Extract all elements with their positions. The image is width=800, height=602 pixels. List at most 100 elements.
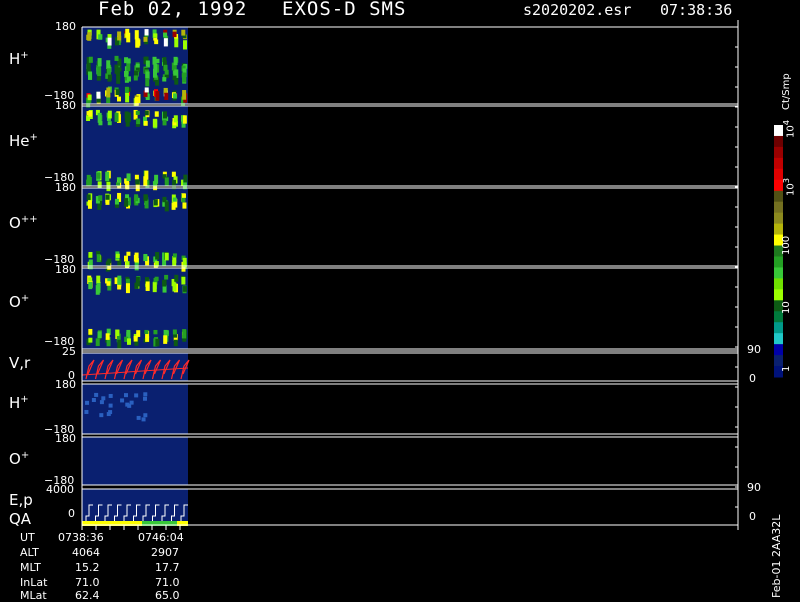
footer-value: 71.0: [75, 576, 100, 589]
heatmap-cell: [106, 281, 111, 286]
heatmap-cell: [88, 110, 93, 117]
heatmap-cell: [106, 87, 111, 98]
heatmap-cell: [115, 253, 120, 258]
heatmap-cell: [88, 337, 93, 343]
footer-value: 65.0: [155, 589, 180, 602]
heatmap-cell: [152, 282, 157, 293]
heatmap-cell: [96, 275, 101, 285]
tick-label: 180: [55, 99, 76, 112]
heatmap-cell: [114, 112, 119, 122]
heatmap-cell: [88, 251, 93, 258]
heatmap-cell: [163, 32, 168, 38]
heatmap-cell: [182, 202, 187, 209]
footer-value: 0746:04: [138, 531, 184, 544]
heatmap-cell: [164, 69, 169, 75]
colorbar-segment: [774, 333, 783, 345]
heatmap-cell: [99, 400, 104, 405]
right-tick-label: 0: [749, 372, 756, 385]
colorbar-segment: [774, 278, 783, 290]
colorbar-segment: [774, 267, 783, 279]
heatmap-cell: [98, 34, 103, 40]
footer-value: 4064: [72, 546, 100, 559]
heatmap-cell: [134, 393, 139, 398]
heatmap-cell: [134, 252, 139, 263]
heatmap-cell: [172, 260, 177, 267]
heatmap-cell: [155, 58, 160, 64]
heatmap-cell: [173, 93, 178, 99]
heatmap-cell: [87, 200, 92, 209]
heatmap-cell: [162, 280, 167, 286]
heatmap-cell: [88, 277, 93, 282]
spectrogram-plot: [81, 20, 783, 530]
heatmap-cell: [144, 29, 149, 36]
heatmap-cell: [153, 33, 158, 38]
heatmap-cell: [129, 400, 134, 405]
colorbar-segment: [774, 344, 783, 356]
plot-title-date: Feb 02, 1992: [98, 0, 248, 20]
heatmap-cell: [124, 393, 129, 398]
heatmap-cell: [141, 417, 146, 422]
panel-fill: [82, 437, 188, 485]
heatmap-cell: [88, 71, 93, 80]
heatmap-cell: [98, 120, 103, 126]
heatmap-cell: [117, 31, 122, 41]
heatmap-cell: [107, 258, 112, 264]
footer-value: 62.4: [75, 589, 100, 602]
colorbar-label: 104: [781, 119, 797, 138]
heatmap-cell: [153, 199, 158, 206]
heatmap-cell: [145, 281, 150, 291]
heatmap-cell: [124, 70, 129, 77]
colorbar-segment: [774, 146, 783, 159]
heatmap-cell: [99, 413, 104, 418]
heatmap-cell: [133, 335, 138, 342]
heatmap-cell: [107, 74, 112, 81]
heatmap-cell: [143, 255, 148, 261]
heatmap-cell: [88, 56, 93, 63]
heatmap-cell: [173, 339, 178, 347]
heatmap-cell: [154, 39, 159, 45]
heatmap-cell: [95, 338, 100, 347]
heatmap-cell: [126, 58, 131, 64]
heatmap-cell: [174, 37, 179, 48]
heatmap-cell: [154, 111, 159, 117]
heatmap-cell: [136, 415, 141, 420]
heatmap-cell: [135, 38, 140, 48]
heatmap-cell: [145, 336, 150, 342]
heatmap-cell: [173, 115, 178, 123]
heatmap-cell: [152, 68, 157, 78]
panel-label-he-plus: He+: [9, 132, 38, 150]
heatmap-cell: [107, 37, 112, 46]
panel-label-o-plus: O+: [9, 293, 30, 311]
heatmap-cell: [86, 174, 91, 181]
colorbar-unit-label: Ct/Smp: [781, 73, 792, 110]
panel-fill: [82, 384, 188, 434]
panel-label-vr: V,r: [9, 354, 31, 372]
heatmap-cell: [114, 55, 119, 61]
heatmap-cell: [181, 276, 186, 285]
heatmap-cell: [124, 111, 129, 119]
plot-title-instrument: EXOS-D SMS: [282, 0, 407, 20]
heatmap-cell: [136, 118, 141, 125]
heatmap-cell: [144, 170, 149, 180]
heatmap-cell: [143, 413, 148, 418]
tick-label: 180: [55, 263, 76, 276]
heatmap-cell: [105, 199, 110, 205]
footer-label: InLat: [20, 576, 48, 589]
heatmap-cell: [145, 60, 150, 68]
heatmap-cell: [172, 329, 177, 335]
heatmap-cell: [97, 58, 102, 67]
heatmap-cell: [125, 117, 130, 123]
heatmap-cell: [116, 96, 121, 102]
heatmap-cell: [106, 60, 111, 69]
tick-label: 180: [55, 20, 76, 33]
heatmap-cell: [86, 34, 91, 41]
heatmap-cell: [135, 110, 140, 115]
footer-value: 0738:36: [58, 531, 104, 544]
heatmap-cell: [105, 171, 110, 182]
heatmap-cell: [134, 174, 139, 180]
heatmap-cell: [126, 251, 131, 256]
heatmap-cell: [86, 194, 91, 200]
heatmap-cell: [164, 92, 169, 100]
panel-label-qa: QA: [9, 510, 32, 528]
footer-label: UT: [20, 531, 35, 544]
